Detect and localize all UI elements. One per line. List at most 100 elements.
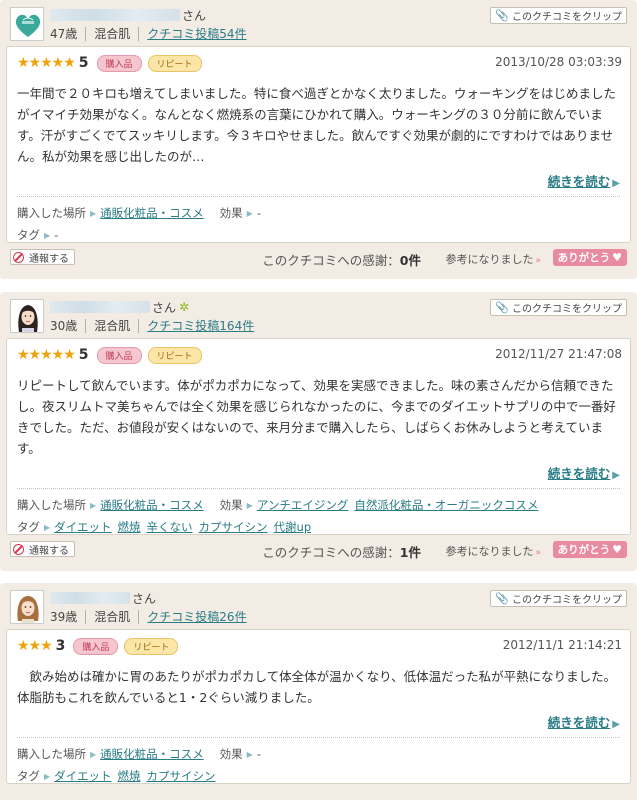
triangle-icon: ▶ xyxy=(90,500,97,510)
clip-button[interactable]: 📎 このクチコミをクリップ xyxy=(490,7,627,24)
tag-link[interactable]: カプサイシン xyxy=(199,519,268,535)
triangle-icon: ▶ xyxy=(246,749,253,759)
tag-row: タグ ▶ - xyxy=(17,224,620,246)
user-meta: 47歳 混合肌 クチコミ投稿54件 xyxy=(50,25,247,42)
thanks-button[interactable]: ありがとう ♥ xyxy=(552,249,627,266)
star-rating: ★★★★★ xyxy=(17,347,76,363)
avatar[interactable] xyxy=(10,299,44,333)
tag-label: タグ xyxy=(17,520,40,534)
repeat-badge: リピート xyxy=(147,54,202,72)
place-label: 購入した場所 xyxy=(17,747,86,761)
place-link[interactable]: 通販化粧品・コスメ xyxy=(100,205,204,221)
avatar[interactable] xyxy=(10,7,44,41)
user-name[interactable]: さん ✲ xyxy=(50,299,189,315)
review-card: さん 47歳 混合肌 クチコミ投稿54件 📎 このクチコミをクリップ ★★★★★… xyxy=(0,0,637,279)
triangle-icon: ▶ xyxy=(246,208,253,218)
heart-icon: ♥ xyxy=(612,543,622,556)
user-name[interactable]: さん xyxy=(50,7,206,23)
review-text: リピートして飲んでいます。体がポカポカになって、効果を実感できました。味の素さん… xyxy=(17,378,616,456)
report-button[interactable]: 通報する xyxy=(10,541,75,557)
divider xyxy=(85,318,87,333)
effect-value: - xyxy=(256,747,261,761)
read-more-link[interactable]: 続きを読む xyxy=(548,715,611,730)
tag-link[interactable]: ダイエット xyxy=(54,768,111,784)
read-more-link[interactable]: 続きを読む xyxy=(548,174,611,189)
effect-label: 効果 xyxy=(219,498,243,512)
divider xyxy=(85,26,87,41)
place-label: 購入した場所 xyxy=(17,206,86,220)
clip-label: このクチコミをクリップ xyxy=(512,595,622,606)
honorific: さん xyxy=(182,8,207,23)
purchased-badge: 購入品 xyxy=(73,637,119,655)
review-header: さん 47歳 混合肌 クチコミ投稿54件 📎 このクチコミをクリップ xyxy=(6,3,631,46)
effect-value: - xyxy=(256,206,261,220)
heart-icon: ♥ xyxy=(612,251,622,264)
user-meta: 30歳 混合肌 クチコミ投稿164件 xyxy=(50,317,254,334)
posts-link[interactable]: クチコミ投稿164件 xyxy=(147,317,254,334)
clip-label: このクチコミをクリップ xyxy=(512,304,622,315)
tag-row: タグ ▶ ダイエット 燃焼 辛くない カプサイシン 代謝up xyxy=(17,516,620,538)
thanks-value: 0件 xyxy=(399,253,421,268)
divider xyxy=(17,488,620,489)
report-button[interactable]: 通報する xyxy=(10,249,75,265)
clip-button[interactable]: 📎 このクチコミをクリップ xyxy=(490,299,627,316)
thanks-prefix: このクチコミへの感謝： xyxy=(262,545,400,560)
clip-button[interactable]: 📎 このクチコミをクリップ xyxy=(490,590,627,607)
tag-link[interactable]: カプサイシン xyxy=(147,768,216,784)
skin-type: 混合肌 xyxy=(94,610,131,624)
purchase-effect-row: 購入した場所 ▶ 通販化粧品・コスメ 効果 ▶ - xyxy=(17,202,620,224)
tag-link[interactable]: 燃焼 xyxy=(118,519,141,535)
rating-score: 5 xyxy=(78,55,89,71)
review-card: さん ✲ 30歳 混合肌 クチコミ投稿164件 📎 このクチコミをクリップ ★★… xyxy=(0,292,637,571)
divider xyxy=(17,737,620,738)
star-rating: ★★★ xyxy=(17,638,53,654)
thanks-count: このクチコミへの感謝：1件 xyxy=(262,542,421,561)
thanks-button-label: ありがとう xyxy=(557,544,611,556)
avatar[interactable] xyxy=(10,590,44,624)
tag-row: タグ ▶ ダイエット 燃焼 カプサイシン xyxy=(17,765,620,787)
effect-link[interactable]: 自然派化粧品・オーガニックコスメ xyxy=(354,497,538,513)
report-label: 通報する xyxy=(29,545,69,557)
triangle-icon: ▶ xyxy=(44,771,51,781)
tag-link[interactable]: 代謝up xyxy=(274,519,312,535)
helpful-text: 参考になりました xyxy=(445,253,534,266)
review-date: 2012/11/27 21:47:08 xyxy=(495,347,622,361)
blurred-username xyxy=(50,592,130,604)
chevron-right-icon: ▶ xyxy=(612,719,620,730)
tag-link[interactable]: 燃焼 xyxy=(118,768,141,784)
effect-link[interactable]: アンチエイジング xyxy=(257,497,349,513)
tag-value: - xyxy=(54,228,59,242)
read-more-link[interactable]: 続きを読む xyxy=(548,466,611,481)
tag-label: タグ xyxy=(17,228,40,242)
thanks-button[interactable]: ありがとう ♥ xyxy=(552,541,627,558)
double-chevron-icon: » xyxy=(535,548,541,558)
paperclip-icon: 📎 xyxy=(495,592,509,605)
review-body-box: ★★★★★ 5 購入品 リピート 2013/10/28 03:03:39 一年間… xyxy=(6,46,631,243)
thanks-prefix: このクチコミへの感謝： xyxy=(262,253,400,268)
skin-type: 混合肌 xyxy=(94,319,131,333)
clip-label: このクチコミをクリップ xyxy=(512,12,622,23)
review-card: さん 39歳 混合肌 クチコミ投稿26件 📎 このクチコミをクリップ ★★★ 3… xyxy=(0,583,637,800)
posts-link[interactable]: クチコミ投稿26件 xyxy=(147,608,246,625)
purchased-badge: 購入品 xyxy=(96,346,142,364)
triangle-icon: ▶ xyxy=(90,749,97,759)
place-link[interactable]: 通販化粧品・コスメ xyxy=(100,497,204,513)
user-name[interactable]: さん xyxy=(50,590,156,606)
helpful-label: 参考になりました» xyxy=(445,251,541,267)
posts-link[interactable]: クチコミ投稿54件 xyxy=(147,25,246,42)
review-footer: 通報する このクチコミへの感謝：0件 参考になりました» ありがとう ♥ xyxy=(6,246,631,268)
report-label: 通報する xyxy=(29,253,69,265)
honorific: さん xyxy=(152,300,177,315)
place-link[interactable]: 通販化粧品・コスメ xyxy=(100,746,204,762)
star-rating: ★★★★★ xyxy=(17,55,76,71)
review-body-box: ★★★★★ 5 購入品 リピート 2012/11/27 21:47:08 リピー… xyxy=(6,338,631,535)
user-age: 39歳 xyxy=(50,610,78,624)
purchase-effect-row: 購入した場所 ▶ 通販化粧品・コスメ 効果 ▶ アンチエイジング 自然派化粧品・… xyxy=(17,494,620,516)
purchased-badge: 購入品 xyxy=(96,54,142,72)
tag-link[interactable]: ダイエット xyxy=(54,519,111,535)
review-header: さん 39歳 混合肌 クチコミ投稿26件 📎 このクチコミをクリップ xyxy=(6,586,631,629)
woman-dark-hair-icon xyxy=(11,300,43,332)
user-meta: 39歳 混合肌 クチコミ投稿26件 xyxy=(50,608,247,625)
paperclip-icon: 📎 xyxy=(495,301,509,314)
tag-link[interactable]: 辛くない xyxy=(147,519,193,535)
